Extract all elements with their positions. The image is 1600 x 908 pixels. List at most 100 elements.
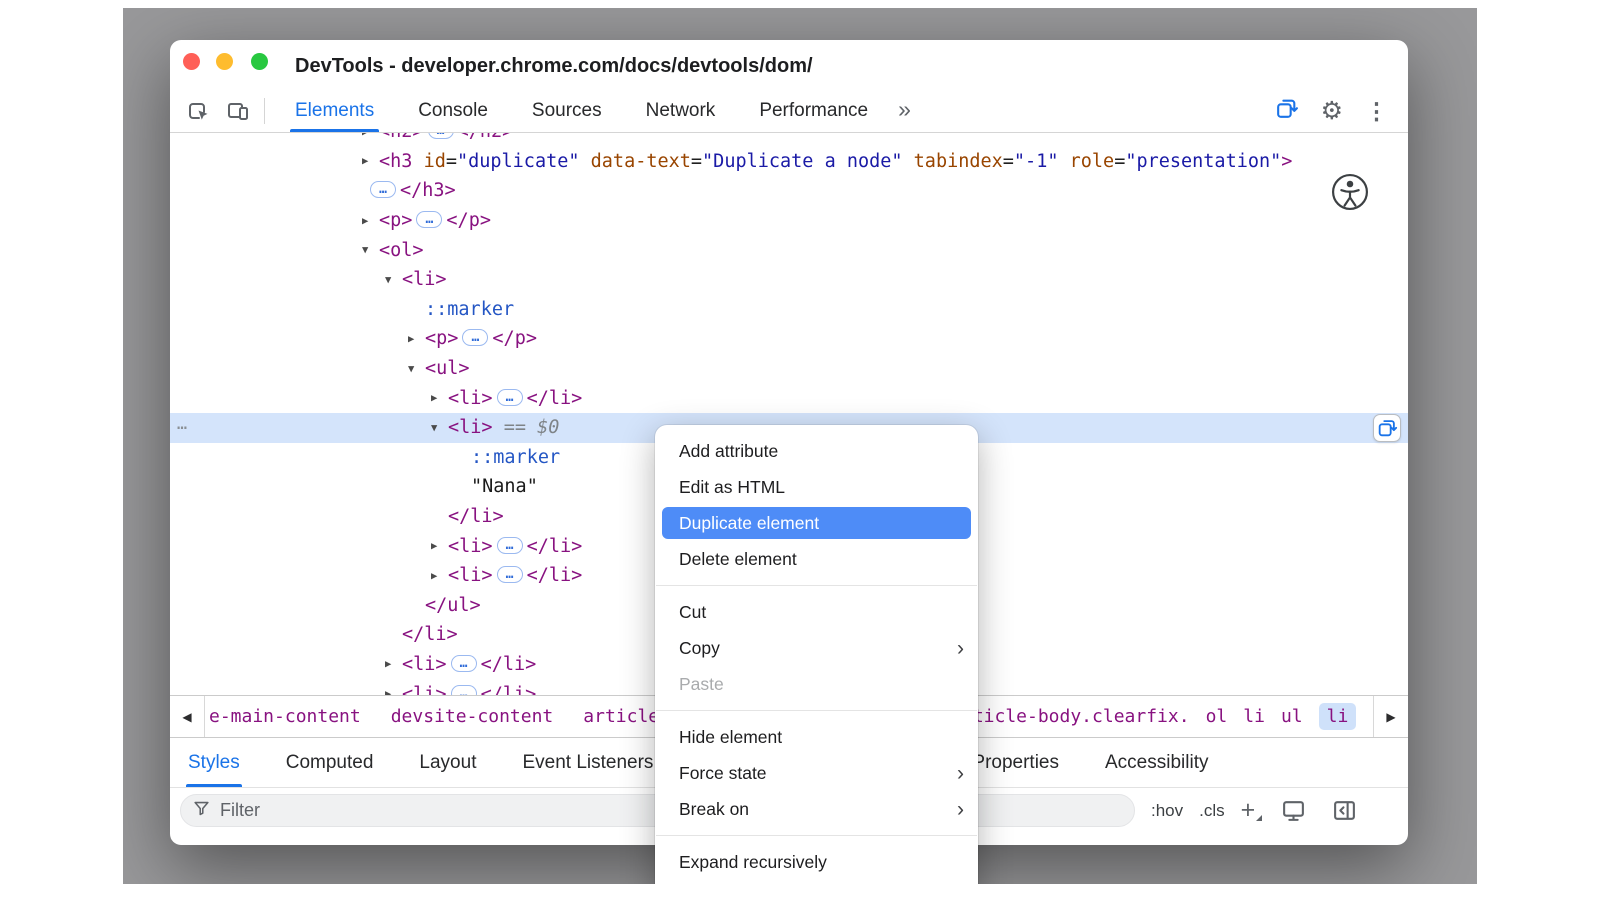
context-menu: Add attribute Edit as HTMLDuplicate eleme…	[655, 425, 978, 884]
rendering-emulation-icon[interactable]	[1281, 798, 1306, 823]
inline-expand-icon[interactable]: …	[462, 329, 488, 346]
inline-expand-icon[interactable]: …	[497, 537, 523, 554]
inline-expand-icon[interactable]: …	[451, 655, 477, 672]
breadcrumb-item[interactable]: ul	[1281, 706, 1303, 727]
breadcrumb-scroll-right-icon[interactable]: ▶	[1373, 696, 1408, 737]
tab-console[interactable]: Console	[396, 90, 510, 132]
expand-arrow-icon[interactable]: ▶	[362, 215, 379, 227]
breadcrumb-item[interactable]: li	[1243, 706, 1265, 727]
code-tag: </li>	[448, 506, 504, 527]
expand-arrow-icon[interactable]: ▼	[385, 274, 402, 286]
pane-tab-accessibility[interactable]: Accessibility	[1105, 738, 1208, 787]
context-menu-item-duplicate-element[interactable]: Duplicate element	[662, 507, 971, 539]
breadcrumb-item[interactable]: devsite-content	[391, 706, 554, 727]
devtools-toolbar: ElementsConsoleSourcesNetworkPerformance…	[170, 90, 1408, 133]
inspect-element-icon[interactable]	[186, 99, 210, 123]
expand-arrow-icon[interactable]: ▶	[431, 392, 448, 404]
code-tag: <h3	[379, 151, 424, 172]
code-val: "duplicate"	[457, 151, 580, 172]
context-menu-item-hide-element[interactable]: Hide element	[655, 719, 978, 755]
code-attr: role	[1070, 151, 1115, 172]
code-pln: =	[1114, 151, 1125, 172]
row-more-icon[interactable]: ⋯	[177, 418, 188, 438]
duplicate-element-icon[interactable]	[1274, 96, 1299, 126]
dom-tree-row[interactable]: ::marker	[170, 295, 1408, 325]
close-button[interactable]	[183, 53, 200, 70]
breadcrumb-item[interactable]: article	[583, 706, 659, 727]
devtools-window: DevTools - developer.chrome.com/docs/dev…	[170, 40, 1408, 845]
dom-tree-row[interactable]: ▶<p>…</p>	[170, 206, 1408, 236]
context-menu-item-cut[interactable]: Cut	[655, 594, 978, 630]
context-menu-item-expand-recursively[interactable]: Expand recursively	[655, 844, 978, 880]
inline-expand-icon[interactable]: …	[370, 181, 396, 198]
expand-arrow-icon[interactable]: ▶	[408, 333, 425, 345]
new-style-rule-button[interactable]: +	[1241, 798, 1256, 823]
context-menu-item-edit-as-html[interactable]: Edit as HTML	[655, 469, 978, 505]
expand-arrow-icon[interactable]: ▶	[362, 155, 379, 167]
expand-arrow-icon[interactable]: ▶	[431, 540, 448, 552]
tab-performance[interactable]: Performance	[737, 90, 890, 132]
code-tag: </h3>	[400, 180, 456, 201]
pane-tab-styles[interactable]: Styles	[188, 738, 240, 787]
expand-arrow-icon[interactable]: ▼	[431, 422, 448, 434]
expand-arrow-icon[interactable]: ▼	[408, 363, 425, 375]
toggle-class-button[interactable]: .cls	[1199, 801, 1225, 821]
more-tabs-icon[interactable]: »	[890, 96, 919, 123]
styles-filter-input[interactable]	[220, 800, 520, 821]
dom-tree-row[interactable]: ▼<li>	[170, 265, 1408, 295]
menu-divider	[656, 710, 977, 711]
dom-tree-row[interactable]: ▼<ul>	[170, 354, 1408, 384]
inline-expand-icon[interactable]: …	[428, 133, 454, 139]
dom-tree-row[interactable]: ▶<h3 id="duplicate" data-text="Duplicate…	[170, 147, 1408, 177]
device-toolbar-icon[interactable]	[226, 99, 250, 123]
context-menu-item-copy[interactable]: Copy›	[655, 630, 978, 666]
toggle-hover-state-button[interactable]: :hov	[1151, 801, 1183, 821]
zoom-button[interactable]	[251, 53, 268, 70]
pane-tab-layout[interactable]: Layout	[419, 738, 476, 787]
tab-sources[interactable]: Sources	[510, 90, 624, 132]
expand-arrow-icon[interactable]: ▶	[385, 658, 402, 670]
toggle-sidebar-icon[interactable]	[1332, 798, 1357, 823]
tab-network[interactable]: Network	[624, 90, 738, 132]
breadcrumb-item[interactable]: article-body.clearfix.	[951, 706, 1189, 727]
pane-tab-computed[interactable]: Computed	[286, 738, 374, 787]
code-tag: <li>	[448, 388, 493, 409]
breadcrumb-scroll-left-icon[interactable]: ◀	[170, 696, 205, 737]
context-menu-item-break-on[interactable]: Break on›	[655, 791, 978, 827]
code-val: "Duplicate a node"	[702, 151, 902, 172]
code-marker: ::marker	[471, 447, 560, 468]
context-menu-item-label: Add attribute	[679, 441, 778, 462]
code-tag: <li>	[448, 417, 493, 438]
pane-tab-properties[interactable]: Properties	[972, 738, 1059, 787]
accessibility-person-icon[interactable]	[1330, 172, 1370, 212]
expand-arrow-icon[interactable]: ▶	[431, 570, 448, 582]
breadcrumb-item[interactable]: li	[1319, 703, 1357, 730]
dom-tree-row[interactable]: …</h3>	[170, 176, 1408, 206]
expand-arrow-icon[interactable]: ▼	[362, 244, 379, 256]
context-menu-item-add-attribute[interactable]: Add attribute	[655, 433, 978, 469]
minimize-button[interactable]	[216, 53, 233, 70]
inline-expand-icon[interactable]: …	[497, 566, 523, 583]
context-menu-item-collapse-children[interactable]: Collapse children	[655, 880, 978, 884]
tab-elements[interactable]: Elements	[273, 90, 396, 132]
code-attr: data-text	[591, 151, 691, 172]
expand-arrow-icon[interactable]: ▶	[362, 133, 379, 138]
toolbar-left-icons	[170, 99, 250, 123]
dom-tree-row[interactable]: ▶<li>…</li>	[170, 383, 1408, 413]
context-menu-item-paste[interactable]: Paste	[655, 666, 978, 702]
inline-expand-icon[interactable]: …	[497, 389, 523, 406]
pane-tab-event-listeners[interactable]: Event Listeners	[522, 738, 653, 787]
dom-tree-row[interactable]: ▼<ol>	[170, 235, 1408, 265]
expand-arrow-icon[interactable]: ▶	[385, 688, 402, 695]
context-menu-item-force-state[interactable]: Force state›	[655, 755, 978, 791]
context-menu-item-delete-element[interactable]: Delete element	[655, 541, 978, 577]
breadcrumb-item[interactable]: e-main-content	[209, 706, 361, 727]
dom-tree-row[interactable]: ▶<h2>…</h2>	[170, 133, 1408, 147]
dom-tree-row[interactable]: ▶<p>…</p>	[170, 324, 1408, 354]
inline-expand-icon[interactable]: …	[451, 685, 477, 695]
inline-expand-icon[interactable]: …	[416, 211, 442, 228]
breadcrumb-item[interactable]: ol	[1206, 706, 1228, 727]
duplicate-adorner-icon[interactable]	[1373, 414, 1401, 442]
kebab-menu-icon[interactable]: ⋮	[1365, 100, 1388, 123]
settings-gear-icon[interactable]: ⚙	[1321, 99, 1343, 124]
